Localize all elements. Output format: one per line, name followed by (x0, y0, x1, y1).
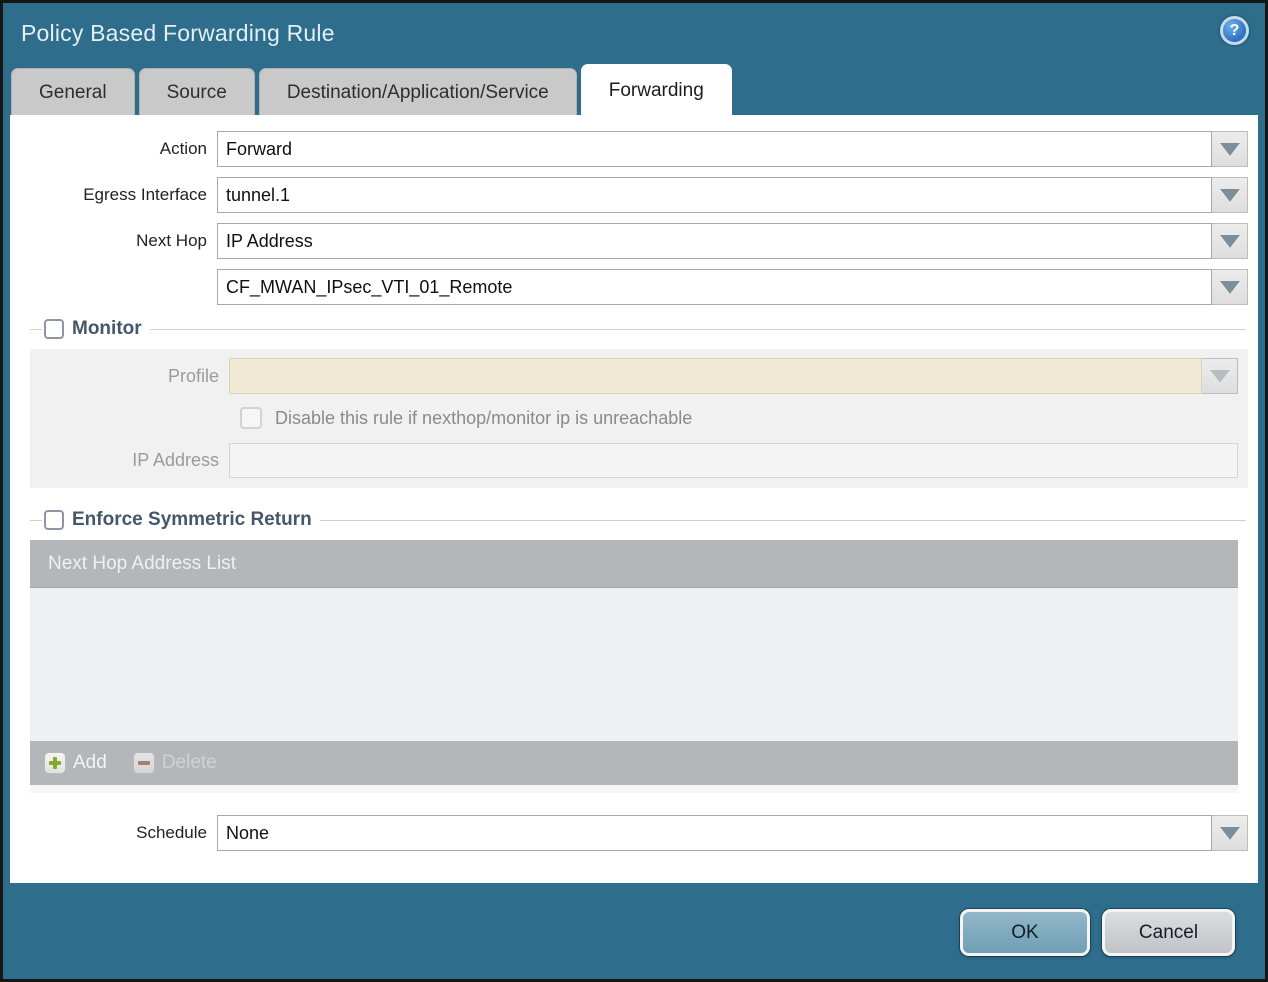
schedule-select[interactable]: None (217, 815, 1212, 851)
egress-interface-select[interactable]: tunnel.1 (217, 177, 1212, 213)
next-hop-address-list-body[interactable] (30, 588, 1238, 741)
chevron-down-icon (1219, 280, 1240, 294)
chevron-down-icon (1219, 188, 1240, 202)
policy-based-forwarding-dialog: Policy Based Forwarding Rule ? General S… (0, 0, 1268, 982)
add-button-label: Add (73, 752, 107, 773)
disable-rule-checkbox (240, 407, 262, 429)
chevron-down-icon (1219, 826, 1240, 840)
profile-row: Profile (30, 358, 1248, 394)
tab-bar: General Source Destination/Application/S… (3, 63, 1265, 115)
help-glyph: ? (1229, 21, 1240, 39)
action-value: Forward (226, 138, 293, 159)
next-hop-address-list-toolbar: Add Delete (30, 741, 1238, 785)
next-hop-address-select[interactable]: CF_MWAN_IPsec_VTI_01_Remote (217, 269, 1212, 305)
dialog-titlebar: Policy Based Forwarding Rule ? (3, 3, 1265, 63)
next-hop-address-value: CF_MWAN_IPsec_VTI_01_Remote (226, 276, 513, 297)
enforce-symmetric-return-checkbox[interactable] (44, 510, 64, 530)
monitor-checkbox[interactable] (44, 319, 64, 339)
next-hop-label: Next Hop (136, 231, 207, 250)
chevron-down-icon (1219, 234, 1240, 248)
enforce-symmetric-return-label: Enforce Symmetric Return (72, 509, 312, 530)
egress-interface-label: Egress Interface (83, 185, 207, 204)
next-hop-type-select[interactable]: IP Address (217, 223, 1212, 259)
fieldset-line (149, 328, 1246, 330)
add-button[interactable]: Add (44, 752, 107, 774)
monitor-ip-address-input (229, 443, 1238, 478)
tab-destination-application-service[interactable]: Destination/Application/Service (258, 68, 577, 115)
schedule-label: Schedule (136, 823, 207, 842)
next-hop-address-list-table: Next Hop Address List Add Delete (30, 540, 1238, 793)
fieldset-line (30, 519, 42, 521)
schedule-row: Schedule None (30, 815, 1248, 851)
next-hop-type-dropdown-button[interactable] (1212, 223, 1248, 259)
delete-button-label: Delete (161, 752, 217, 773)
monitor-ip-address-label: IP Address (132, 450, 219, 470)
tab-general[interactable]: General (11, 68, 135, 115)
action-label: Action (159, 139, 207, 158)
monitor-legend-row: Monitor (30, 317, 1248, 341)
forwarding-tab-panel: Action Forward Egress Interface tunnel.1 (10, 115, 1258, 883)
profile-dropdown-button (1202, 358, 1238, 394)
minus-icon (132, 752, 155, 774)
egress-interface-row: Egress Interface tunnel.1 (30, 177, 1248, 213)
profile-label: Profile (167, 365, 219, 386)
next-hop-address-row: CF_MWAN_IPsec_VTI_01_Remote (30, 269, 1248, 305)
help-icon[interactable]: ? (1220, 16, 1249, 45)
disable-rule-row: Disable this rule if nexthop/monitor ip … (240, 407, 1248, 429)
cancel-button[interactable]: Cancel (1102, 909, 1235, 956)
monitor-panel: Profile Disable this rule if nexthop/mon… (30, 349, 1248, 488)
tab-forwarding[interactable]: Forwarding (580, 64, 732, 115)
egress-interface-value: tunnel.1 (226, 184, 291, 205)
chevron-down-icon (1209, 369, 1230, 383)
next-hop-address-list-header-label: Next Hop Address List (48, 552, 236, 574)
fieldset-line (30, 328, 42, 330)
action-select[interactable]: Forward (217, 131, 1212, 167)
delete-button: Delete (132, 752, 217, 774)
dialog-title: Policy Based Forwarding Rule (21, 19, 335, 46)
dialog-footer: OK Cancel (3, 883, 1265, 979)
monitor-ip-address-row: IP Address (30, 443, 1248, 478)
ok-button[interactable]: OK (960, 909, 1090, 956)
next-hop-row: Next Hop IP Address (30, 223, 1248, 259)
next-hop-address-dropdown-button[interactable] (1212, 269, 1248, 305)
action-row: Action Forward (30, 131, 1248, 167)
monitor-legend-label: Monitor (72, 318, 142, 339)
fieldset-line (319, 519, 1246, 521)
next-hop-type-value: IP Address (226, 230, 313, 251)
action-dropdown-button[interactable] (1212, 131, 1248, 167)
chevron-down-icon (1219, 142, 1240, 156)
profile-select (229, 358, 1202, 394)
tab-source[interactable]: Source (138, 68, 255, 115)
schedule-value: None (226, 822, 270, 843)
symmetric-return-legend-row: Enforce Symmetric Return (30, 508, 1248, 532)
schedule-dropdown-button[interactable] (1212, 815, 1248, 851)
next-hop-address-list-header: Next Hop Address List (30, 540, 1238, 588)
disable-rule-label: Disable this rule if nexthop/monitor ip … (275, 407, 693, 428)
egress-interface-dropdown-button[interactable] (1212, 177, 1248, 213)
plus-icon (44, 752, 66, 774)
